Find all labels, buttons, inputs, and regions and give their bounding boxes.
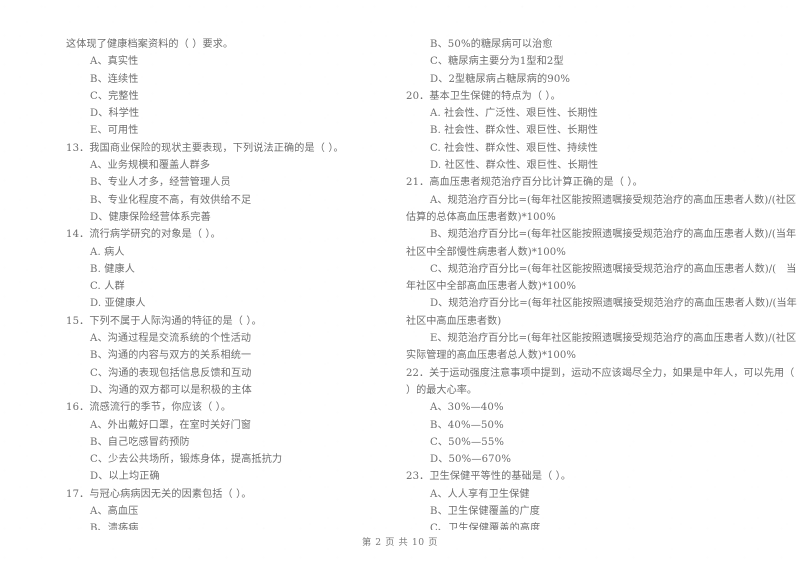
answer-option: E、可用性 <box>90 125 139 137</box>
answer-option: B、自己吃感冒药预防 <box>90 436 190 448</box>
answer-option: B、50%的糖尿病可以治愈 <box>430 39 553 50</box>
question-stem: 21．高血压患者规范治疗百分比计算正确的是（ ）。 <box>406 177 643 189</box>
question-stem: 23．卫生保健平等性的基础是（ ）。 <box>406 471 572 483</box>
answer-option: C. 社会性、群众性、艰巨性、持续性 <box>430 142 598 154</box>
answer-option: B. 健康人 <box>90 263 136 275</box>
answer-option: C、沟通的表现包括信息反馈和互动 <box>90 367 252 379</box>
two-column-body: 这体现了健康档案资料的（ ）要求。 A、真实性 B、连续性 C、完整性 D、科学性 E、可… <box>0 0 800 530</box>
answer-option-formula: B、规范治疗百分比=(每年社区能按照遗嘱接受规范治疗的高血压患者人数)/(当年社… <box>406 229 797 258</box>
answer-option: C. 人群 <box>90 281 125 293</box>
answer-option: A、30%—40% <box>430 402 504 414</box>
answer-option-formula: C、规范治疗百分比=(每年社区能按照遗嘱接受规范治疗的高血压患者人数)/( 当年… <box>406 263 797 293</box>
answer-option-formula: E、规范治疗百分比=(每年社区能按照遗嘱接受规范治疗的高血压患者人数)/(社区实… <box>406 333 797 362</box>
answer-option: B、卫生保健覆盖的广度 <box>430 506 541 518</box>
question-stem: 17．与冠心病病因无关的因素包括（ ）。 <box>66 488 252 500</box>
answer-option: C、50%—55% <box>430 436 505 448</box>
answer-option: A、高血压 <box>90 506 139 518</box>
answer-option: A. 病人 <box>90 246 125 258</box>
answer-option: C、少去公共场所，锻炼身体，提高抵抗力 <box>90 454 283 466</box>
answer-option: B、40%—50% <box>430 419 504 431</box>
answer-option: A、业务规模和覆盖人群多 <box>90 160 211 172</box>
question-stem: 这体现了健康档案资料的（ ）要求。 <box>66 39 234 50</box>
question-stem: 14．流行病学研究的对象是（ ）。 <box>66 229 221 241</box>
answer-option: C、糖尿病主要分为1型和2型 <box>430 56 564 68</box>
answer-option: D. 社区性、群众性、艰巨性、长期性 <box>430 160 599 172</box>
answer-option: D、沟通的双方都可以是积极的主体 <box>90 384 252 396</box>
answer-option: D. 亚健康人 <box>90 298 146 310</box>
question-stem: 22．关于运动强度注意事项中提到，运动不应该竭尽全力，如果是中年人，可以先用（ … <box>406 367 795 396</box>
answer-option: D、健康保险经营体系完善 <box>90 211 211 223</box>
question-stem: 13．我国商业保险的现状主要表现，下列说法正确的是（ ）。 <box>66 142 344 154</box>
answer-option: A、真实性 <box>90 56 139 68</box>
answer-option-formula: A、规范治疗百分比=(每年社区能按照遗嘱接受规范治疗的高血压患者人数)/(社区估… <box>406 194 797 223</box>
question-stem: 16．流感流行的季节，你应该（ ）。 <box>66 402 232 414</box>
answer-option: B、专业人才多，经营管理人员 <box>90 177 231 189</box>
question-stem: 20．基本卫生保健的特点为（ ）。 <box>406 90 561 102</box>
answer-option: C、完整性 <box>90 90 139 102</box>
question-stem: 15．下列不属于人际沟通的特征的是（ ）。 <box>66 315 262 327</box>
answer-option: D、50%—670% <box>430 454 512 466</box>
answer-option: D、科学性 <box>90 108 140 120</box>
answer-option: A、沟通过程是交流系统的个性活动 <box>90 333 252 345</box>
answer-option: B、溃疡病 <box>90 523 139 530</box>
answer-option: B、连续性 <box>90 73 139 85</box>
answer-option: B、沟通的内容与双方的关系相统一 <box>90 350 252 362</box>
page-footer: 第 2 页 共 10 页 <box>361 537 439 548</box>
answer-option: A、外出戴好口罩，在室时关好门窗 <box>90 419 252 431</box>
answer-option: B. 社会性、群众性、艰巨性、长期性 <box>430 125 598 137</box>
answer-option: C、卫生保健覆盖的高度 <box>430 523 541 530</box>
answer-option: A. 社会性、广泛性、艰巨性、长期性 <box>430 108 598 120</box>
answer-option: B、专业化程度不高，有效供给不足 <box>90 194 252 206</box>
answer-option: D、以上均正确 <box>90 471 160 483</box>
answer-option: A、人人享有卫生保健 <box>430 488 530 500</box>
left-column: 这体现了健康档案资料的（ ）要求。 A、真实性 B、连续性 C、完整性 D、科学性 E、可… <box>0 0 400 530</box>
scanned-exam-page: 这体现了健康档案资料的（ ）要求。 A、真实性 B、连续性 C、完整性 D、科学性 E、可… <box>0 0 800 565</box>
right-column: B、50%的糖尿病可以治愈 C、糖尿病主要分为1型和2型 D、2型糖尿病占糖尿病的9… <box>400 0 800 530</box>
answer-option: D、2型糖尿病占糖尿病的90% <box>430 73 571 85</box>
answer-option-formula: D、规范治疗百分比=(每年社区能按照遗嘱接受规范治疗的高血压患者人数)/(当年社… <box>406 298 797 327</box>
